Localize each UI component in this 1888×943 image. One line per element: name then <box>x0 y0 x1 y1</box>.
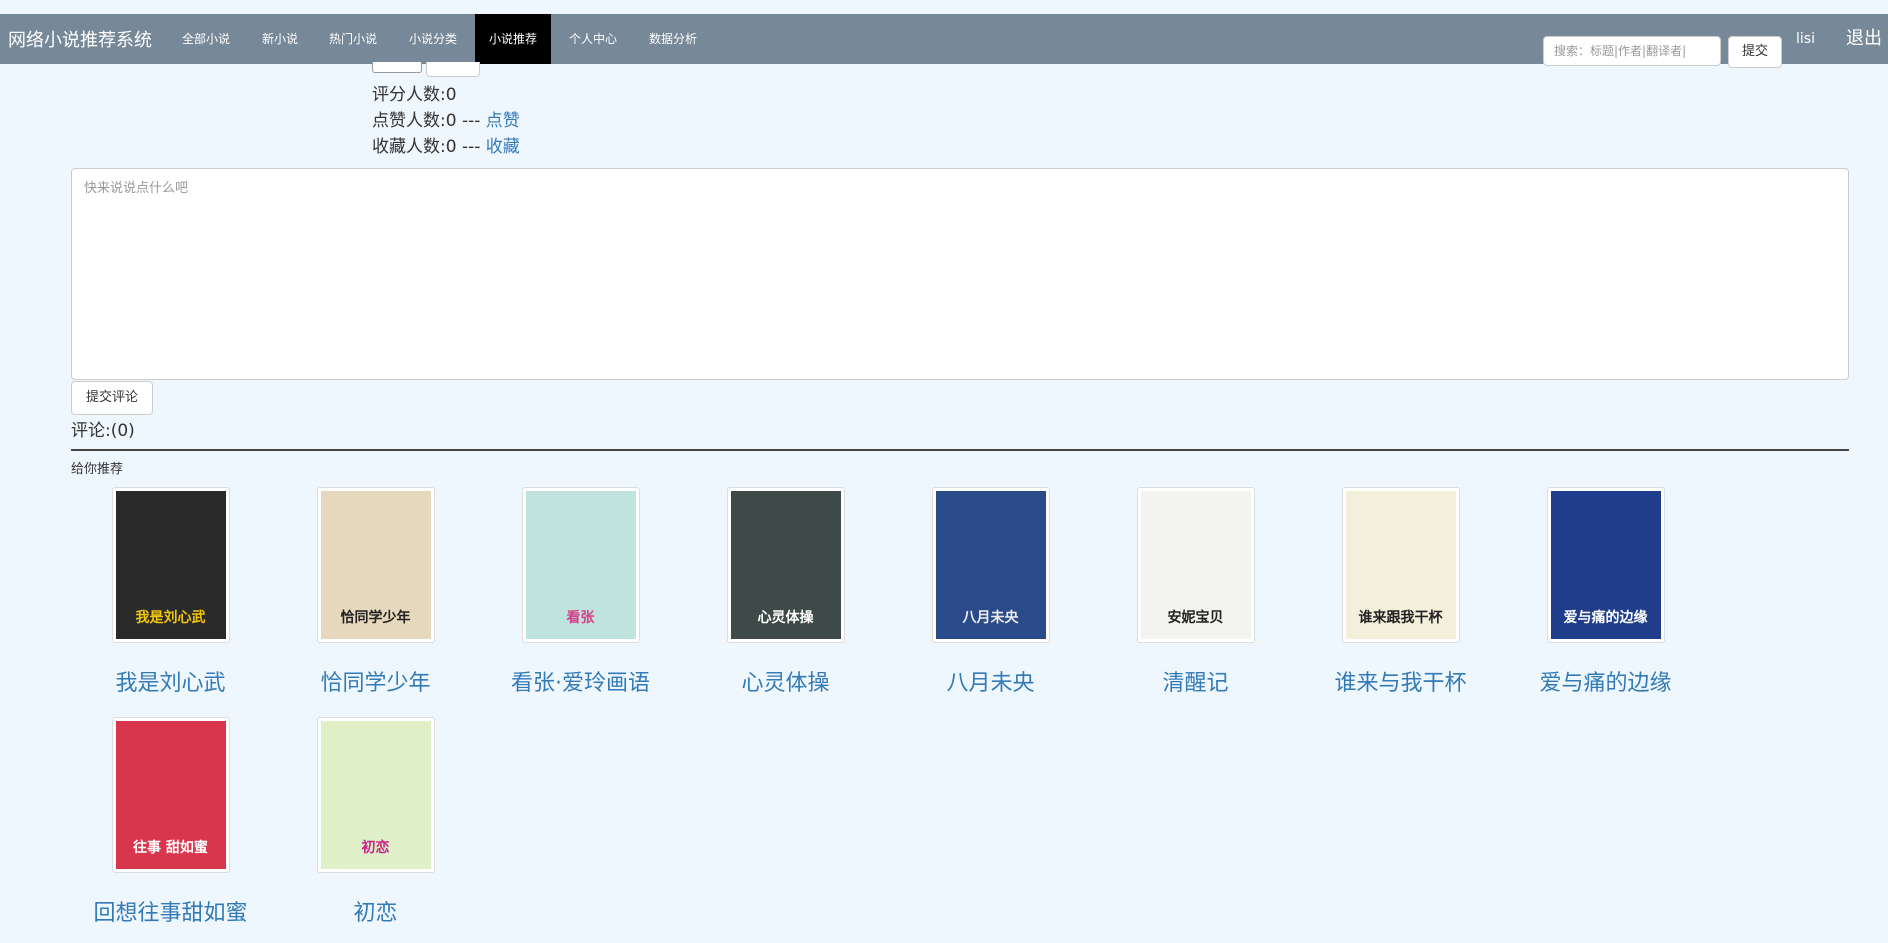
submit-comment-button[interactable]: 提交评论 <box>71 381 153 415</box>
book-cover-image: 往事 甜如蜜 <box>115 721 226 869</box>
search-submit-button[interactable]: 提交 <box>1728 36 1782 68</box>
book-card[interactable]: 往事 甜如蜜回想往事甜如蜜 <box>68 717 273 927</box>
book-cover-image: 八月未央 <box>935 491 1046 639</box>
book-cover[interactable]: 心灵体操 <box>726 487 845 643</box>
book-cover-text: 恰同学少年 <box>340 610 411 626</box>
book-cover-image: 初恋 <box>320 721 431 869</box>
book-cover-text: 谁来跟我干杯 <box>1358 610 1443 626</box>
book-title-link[interactable]: 心灵体操 <box>683 665 888 697</box>
fav-link[interactable]: 收藏 <box>486 137 520 157</box>
fav-count-row: 收藏人数:0 --- 收藏 <box>372 132 520 157</box>
book-cover-image: 心灵体操 <box>730 491 841 639</box>
book-cover-text: 安妮宝贝 <box>1167 610 1224 626</box>
book-card[interactable]: 安妮宝贝 清醒记 <box>1093 487 1298 697</box>
book-cover-image: 安妮宝贝 <box>1140 491 1251 639</box>
book-cover[interactable]: 看张 <box>521 487 640 643</box>
brand-logo[interactable]: 网络小说推荐系统 <box>8 26 152 52</box>
book-card[interactable]: 心灵体操 心灵体操 <box>683 487 888 697</box>
search-input[interactable]: 搜索：标题|作者|翻译者| <box>1543 36 1721 66</box>
book-title-link[interactable]: 我是刘心武 <box>68 665 273 697</box>
like-count: 点赞人数:0 --- <box>372 111 486 131</box>
nav-recommend[interactable]: 小说推荐 <box>475 14 552 64</box>
divider <box>71 449 1849 451</box>
book-cover[interactable]: 初恋 <box>316 717 435 873</box>
rating-input[interactable] <box>372 62 422 73</box>
book-cover-text: 初恋 <box>361 840 390 856</box>
nav-new-novels[interactable]: 新小说 <box>248 14 312 64</box>
book-cover-image: 恰同学少年 <box>320 491 431 639</box>
book-card[interactable]: 看张看张·爱玲画语 <box>478 487 683 697</box>
book-cover[interactable]: 往事 甜如蜜 <box>111 717 230 873</box>
like-count-row: 点赞人数:0 --- 点赞 <box>372 106 520 131</box>
nav-all-novels[interactable]: 全部小说 <box>168 14 244 64</box>
book-cover-image: 谁来跟我干杯 <box>1345 491 1456 639</box>
rating-submit-button[interactable] <box>426 62 480 77</box>
book-cover-image: 我是刘心武 <box>115 491 226 639</box>
like-link[interactable]: 点赞 <box>486 111 520 131</box>
book-cover[interactable]: 爱与痛的边缘 <box>1546 487 1665 643</box>
book-title-link[interactable]: 恰同学少年 <box>273 665 478 697</box>
book-cover-text: 看张 <box>566 610 595 626</box>
nav-personal-center[interactable]: 个人中心 <box>555 14 631 64</box>
book-card[interactable]: 八月未央 八月未央 <box>888 487 1093 697</box>
book-title-link[interactable]: 初恋 <box>273 895 478 927</box>
book-card[interactable]: 爱与痛的边缘 爱与痛的边缘 <box>1503 487 1708 697</box>
nav-hot-novels[interactable]: 热门小说 <box>315 14 391 64</box>
logout-link[interactable]: 退出 <box>1846 14 1882 64</box>
book-title-link[interactable]: 回想往事甜如蜜 <box>68 895 273 927</box>
fav-count: 收藏人数:0 --- <box>372 137 486 157</box>
book-cover-text: 往事 甜如蜜 <box>133 840 208 856</box>
book-cover[interactable]: 恰同学少年 <box>316 487 435 643</box>
book-card[interactable]: 初恋 初恋 <box>273 717 478 927</box>
book-cover-image: 爱与痛的边缘 <box>1550 491 1661 639</box>
book-cover-text: 心灵体操 <box>757 610 814 626</box>
book-cover[interactable]: 安妮宝贝 <box>1136 487 1255 643</box>
book-card[interactable]: 我是刘心武 我是刘心武 <box>68 487 273 697</box>
book-title-link[interactable]: 看张·爱玲画语 <box>478 665 683 697</box>
book-title-link[interactable]: 爱与痛的边缘 <box>1503 665 1708 697</box>
nav-categories[interactable]: 小说分类 <box>395 14 471 64</box>
book-cover[interactable]: 我是刘心武 <box>111 487 230 643</box>
comment-textarea[interactable]: 快来说说点什么吧 <box>71 168 1849 380</box>
book-card[interactable]: 恰同学少年 恰同学少年 <box>273 487 478 697</box>
book-title-link[interactable]: 谁来与我干杯 <box>1298 665 1503 697</box>
book-cover-text: 八月未央 <box>962 610 1019 626</box>
book-cover-text: 我是刘心武 <box>135 610 206 626</box>
recommend-title: 给你推荐 <box>71 462 124 477</box>
navbar: 网络小说推荐系统 全部小说 新小说 热门小说 小说分类 小说推荐 个人中心 数据… <box>0 14 1888 68</box>
rating-count: 评分人数:0 <box>372 85 457 105</box>
nav-data-analysis[interactable]: 数据分析 <box>635 14 711 64</box>
book-title-link[interactable]: 八月未央 <box>888 665 1093 697</box>
user-link[interactable]: lisi <box>1796 14 1815 64</box>
book-card[interactable]: 谁来跟我干杯谁来与我干杯 <box>1298 487 1503 697</box>
book-cover-image: 看张 <box>525 491 636 639</box>
book-title-link[interactable]: 清醒记 <box>1093 665 1298 697</box>
book-cover[interactable]: 八月未央 <box>931 487 1050 643</box>
book-cover[interactable]: 谁来跟我干杯 <box>1341 487 1460 643</box>
top-artifact-strip <box>0 0 1888 14</box>
comment-count: 评论:(0) <box>71 421 135 441</box>
book-cover-text: 爱与痛的边缘 <box>1563 610 1648 626</box>
